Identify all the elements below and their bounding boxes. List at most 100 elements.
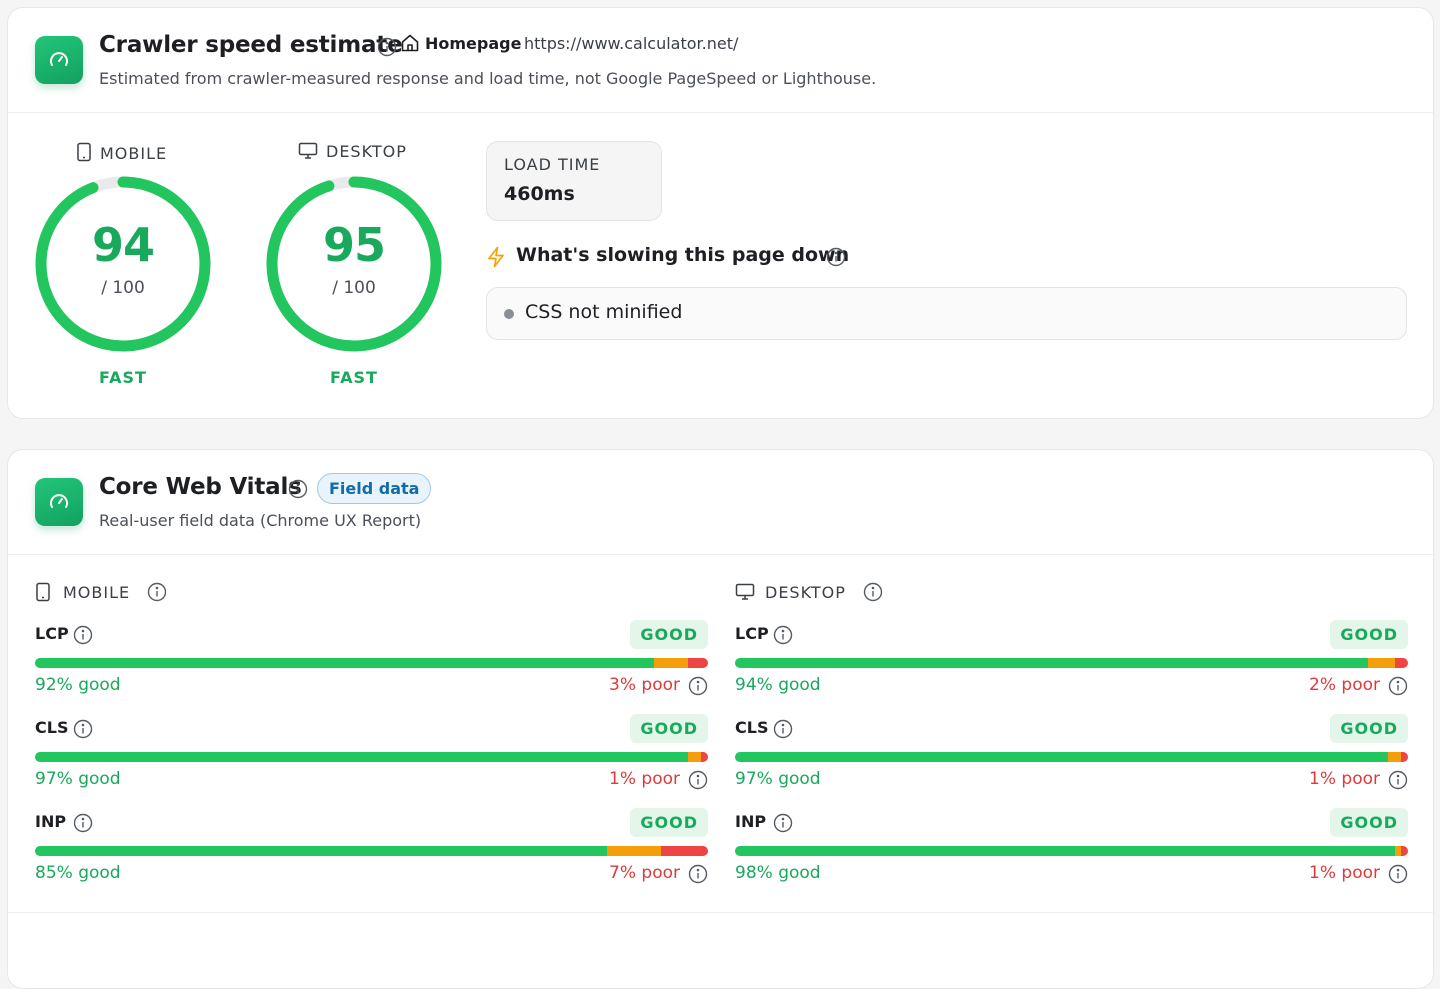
mobile-label-text: MOBILE [100, 144, 168, 163]
good-percentage: 97% good [735, 769, 821, 789]
lightning-icon [486, 246, 506, 272]
desktop-rating: FAST [330, 368, 378, 387]
needs-improvement-segment [1387, 752, 1402, 762]
homepage-label: Homepage [425, 34, 522, 53]
load-time-label: LOAD TIME [504, 155, 601, 174]
metric-name-inp: INP [735, 812, 767, 831]
poor-percentage: 1% poor [1309, 769, 1380, 789]
poor-percentage: 1% poor [609, 769, 680, 789]
info-icon[interactable] [773, 813, 793, 837]
poor-segment [701, 752, 708, 762]
mobile-score-gauge: 94 / 100 [33, 174, 213, 354]
info-icon[interactable] [73, 719, 93, 743]
poor-segment [1401, 752, 1408, 762]
needs-improvement-segment [687, 752, 702, 762]
info-icon[interactable] [1388, 864, 1408, 888]
desktop-label-text: DESKTOP [326, 142, 407, 161]
poor-percentage: 3% poor [609, 675, 680, 695]
mobile-icon [36, 582, 50, 602]
info-icon[interactable] [688, 864, 708, 888]
page-url[interactable]: https://www.calculator.net/ [524, 34, 738, 53]
info-icon[interactable] [377, 37, 397, 61]
info-icon[interactable] [688, 770, 708, 794]
speed-card: Crawler speed estimate Homepage https://… [7, 7, 1434, 419]
good-percentage: 97% good [35, 769, 121, 789]
status-badge: GOOD [1330, 808, 1408, 837]
needs-improvement-segment [1394, 846, 1402, 856]
page-title: Crawler speed estimate [99, 32, 403, 58]
desktop-score-max: / 100 [332, 278, 376, 298]
good-segment [735, 846, 1395, 856]
mobile-icon [77, 142, 91, 162]
distribution-bar [735, 658, 1408, 668]
info-icon[interactable] [863, 582, 883, 606]
desktop-gauge-label: DESKTOP [298, 142, 407, 161]
metric-name-inp: INP [35, 812, 67, 831]
poor-percentage: 2% poor [1309, 675, 1380, 695]
mobile-score-max: / 100 [101, 278, 145, 298]
load-time-value: 460ms [504, 183, 575, 205]
status-badge: GOOD [630, 808, 708, 837]
info-icon[interactable] [688, 676, 708, 700]
info-icon[interactable] [826, 247, 846, 271]
cwv-subtitle: Real-user field data (Chrome UX Report) [99, 511, 422, 530]
desktop-score: 95 [322, 218, 386, 272]
mobile-rating: FAST [99, 368, 147, 387]
status-badge: GOOD [1330, 714, 1408, 743]
distribution-bar [735, 752, 1408, 762]
slowing-title: What's slowing this page down [516, 244, 850, 266]
needs-improvement-segment [654, 658, 688, 668]
poor-segment [687, 658, 708, 668]
metric-name-lcp: LCP [35, 624, 69, 643]
desktop-icon [735, 583, 755, 600]
needs-improvement-segment [1367, 658, 1395, 668]
speed-card-header: Crawler speed estimate Homepage https://… [8, 8, 1433, 113]
desktop-icon [298, 142, 318, 159]
good-segment [35, 752, 688, 762]
info-icon[interactable] [73, 813, 93, 837]
status-badge: GOOD [630, 620, 708, 649]
info-icon[interactable] [773, 719, 793, 743]
issue-item: CSS not minified [525, 301, 683, 323]
info-icon[interactable] [1388, 770, 1408, 794]
metric-name-cls: CLS [35, 718, 69, 737]
home-icon [400, 33, 420, 57]
distribution-bar [735, 846, 1408, 856]
needs-improvement-segment [607, 846, 661, 856]
poor-segment [1394, 658, 1408, 668]
good-segment [35, 846, 608, 856]
distribution-bar [35, 752, 708, 762]
distribution-bar [35, 846, 708, 856]
load-time-box: LOAD TIME 460ms [486, 141, 662, 221]
info-icon[interactable] [288, 479, 308, 503]
status-badge: GOOD [630, 714, 708, 743]
info-icon[interactable] [73, 625, 93, 649]
poor-segment [660, 846, 708, 856]
good-segment [35, 658, 655, 668]
speed-subtitle: Estimated from crawler-measured response… [99, 69, 877, 88]
good-percentage: 92% good [35, 675, 121, 695]
issues-list: CSS not minified [486, 287, 1407, 340]
gauge-icon [35, 36, 83, 84]
distribution-bar [35, 658, 708, 668]
cwv-card: Core Web Vitals Field data Real-user fie… [7, 449, 1435, 989]
info-icon[interactable] [1388, 676, 1408, 700]
section-divider [8, 912, 1435, 913]
good-segment [735, 752, 1388, 762]
mobile-gauge-label: MOBILE [76, 142, 167, 163]
info-icon[interactable] [147, 582, 167, 606]
poor-segment [1401, 846, 1408, 856]
good-percentage: 94% good [735, 675, 821, 695]
cwv-mobile-header: MOBILE [35, 582, 167, 606]
desktop-score-gauge: 95 / 100 [264, 174, 444, 354]
metric-name-cls: CLS [735, 718, 769, 737]
poor-percentage: 1% poor [1309, 863, 1380, 883]
cwv-title: Core Web Vitals [99, 474, 302, 500]
good-percentage: 85% good [35, 863, 121, 883]
mobile-score: 94 [91, 218, 155, 272]
good-percentage: 98% good [735, 863, 821, 883]
gauge-icon [35, 478, 83, 526]
info-icon[interactable] [773, 625, 793, 649]
cwv-mobile-label: MOBILE [63, 583, 131, 602]
good-segment [735, 658, 1368, 668]
